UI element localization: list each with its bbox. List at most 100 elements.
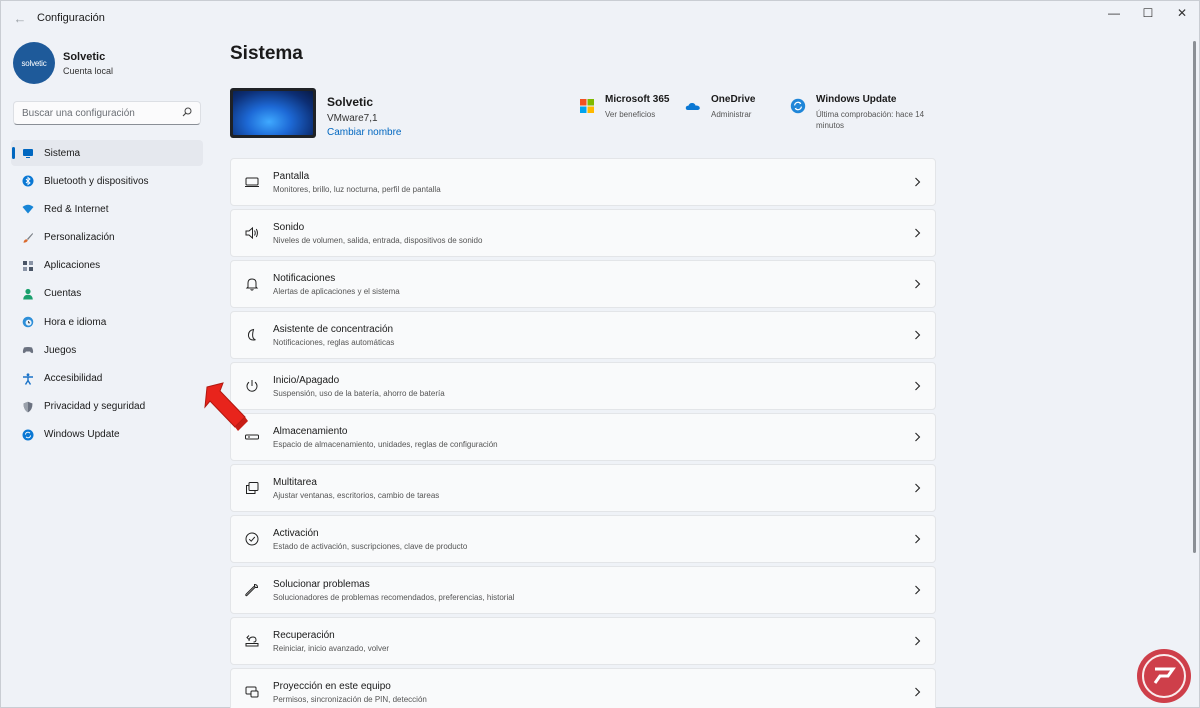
windows-update-icon — [790, 98, 806, 114]
system-icon — [22, 147, 34, 159]
row-subtitle: Espacio de almacenamiento, unidades, reg… — [273, 439, 498, 449]
quick-link-onedrive[interactable]: OneDrive Administrar — [685, 94, 755, 120]
sidebar-item-label: Personalización — [44, 232, 115, 244]
row-title: Asistente de concentración — [273, 323, 394, 335]
settings-row-almacenamiento[interactable]: Almacenamiento Espacio de almacenamiento… — [230, 413, 936, 461]
settings-row-notificaciones[interactable]: Notificaciones Alertas de aplicaciones y… — [230, 260, 936, 308]
chevron-right-icon — [911, 177, 923, 187]
rename-link[interactable]: Cambiar nombre — [327, 127, 401, 138]
search-icon[interactable] — [182, 107, 192, 120]
wallpaper-preview — [233, 91, 313, 135]
speaker-icon — [243, 224, 261, 242]
annotation-arrow-icon — [204, 382, 248, 431]
settings-row-recuperacion[interactable]: Recuperación Reiniciar, inicio avanzado,… — [230, 617, 936, 665]
quick-link-microsoft-365[interactable]: Microsoft 365 Ver beneficios — [579, 94, 669, 120]
row-subtitle: Estado de activación, suscripciones, cla… — [273, 541, 468, 551]
settings-window: ← Configuración — ☐ ✕ solvetic Solvetic … — [0, 0, 1200, 708]
settings-row-asistente-de-concentracion[interactable]: Asistente de concentración Notificacione… — [230, 311, 936, 359]
title-bar: ← Configuración — ☐ ✕ — [1, 1, 1199, 35]
settings-list: Pantalla Monitores, brillo, luz nocturna… — [230, 158, 936, 708]
row-title: Sonido — [273, 221, 305, 233]
settings-row-proyeccion-en-este-equipo[interactable]: Proyección en este equipo Permisos, sinc… — [230, 668, 936, 708]
sidebar-item-red-internet[interactable]: Red & Internet — [11, 196, 203, 222]
row-title: Almacenamiento — [273, 425, 348, 437]
device-thumbnail — [230, 88, 316, 138]
row-title: Solucionar problemas — [273, 578, 370, 590]
sidebar-item-aplicaciones[interactable]: Aplicaciones — [11, 253, 203, 279]
settings-row-pantalla[interactable]: Pantalla Monitores, brillo, luz nocturna… — [230, 158, 936, 206]
search-input[interactable]: Buscar una configuración — [13, 101, 201, 125]
settings-row-sonido[interactable]: Sonido Niveles de volumen, salida, entra… — [230, 209, 936, 257]
sidebar-item-juegos[interactable]: Juegos — [11, 337, 203, 363]
row-title: Multitarea — [273, 476, 317, 488]
quick-link-subtitle: Última comprobación: hace 14 minutos — [816, 110, 925, 130]
sidebar-item-label: Juegos — [44, 344, 77, 356]
sidebar-item-personalizacion[interactable]: Personalización — [11, 225, 203, 251]
close-button[interactable]: ✕ — [1165, 1, 1199, 25]
sidebar-item-cuentas[interactable]: Cuentas — [11, 281, 203, 307]
sidebar-item-label: Aplicaciones — [44, 260, 101, 272]
device-model: VMware7,1 — [327, 113, 378, 124]
sidebar-item-label: Cuentas — [44, 288, 82, 300]
device-name: Solvetic — [327, 95, 374, 109]
window-controls: — ☐ ✕ — [1097, 1, 1199, 27]
chevron-right-icon — [911, 279, 923, 289]
wrench-icon — [243, 581, 261, 599]
settings-row-inicio-apagado[interactable]: Inicio/Apagado Suspensión, uso de la bat… — [230, 362, 936, 410]
row-subtitle: Permisos, sincronización de PIN, detecci… — [273, 694, 427, 704]
settings-row-multitarea[interactable]: Multitarea Ajustar ventanas, escritorios… — [230, 464, 936, 512]
quick-link-title: OneDrive — [711, 94, 756, 105]
update-icon — [22, 429, 34, 441]
bluetooth-icon — [22, 175, 34, 187]
minimize-button[interactable]: — — [1097, 1, 1131, 25]
accessibility-icon — [22, 372, 34, 385]
sidebar-item-windows-update[interactable]: Windows Update — [11, 422, 203, 448]
row-subtitle: Alertas de aplicaciones y el sistema — [273, 286, 400, 296]
sidebar-item-label: Red & Internet — [44, 203, 109, 215]
app-title: Configuración — [37, 12, 105, 24]
chevron-right-icon — [911, 687, 923, 697]
row-title: Proyección en este equipo — [273, 680, 391, 692]
sidebar-item-label: Privacidad y seguridad — [44, 401, 146, 413]
settings-row-solucionar-problemas[interactable]: Solucionar problemas Solucionadores de p… — [230, 566, 936, 614]
row-subtitle: Ajustar ventanas, escritorios, cambio de… — [273, 490, 440, 500]
sidebar-item-label: Accesibilidad — [44, 373, 103, 384]
user-profile[interactable]: solvetic Solvetic Cuenta local — [13, 42, 113, 84]
settings-row-activacion[interactable]: Activación Estado de activación, suscrip… — [230, 515, 936, 563]
chevron-right-icon — [911, 432, 923, 442]
sidebar-item-sistema[interactable]: Sistema — [11, 140, 203, 166]
avatar-logo-text: solvetic — [21, 58, 47, 68]
device-card: Solvetic VMware7,1 Cambiar nombre — [230, 88, 401, 138]
accounts-icon — [22, 288, 34, 300]
bell-icon — [243, 275, 261, 293]
wifi-icon — [22, 203, 34, 215]
shield-icon — [22, 401, 34, 413]
chevron-right-icon — [911, 228, 923, 238]
row-subtitle: Notificaciones, reglas automáticas — [273, 337, 395, 347]
display-icon — [243, 173, 261, 191]
sidebar-item-bluetooth-y-dispositivos[interactable]: Bluetooth y dispositivos — [11, 168, 203, 194]
recovery-icon — [243, 632, 261, 650]
chevron-right-icon — [911, 330, 923, 340]
sidebar-item-hora-e-idioma[interactable]: Hora e idioma — [11, 309, 203, 335]
apps-icon — [22, 260, 34, 272]
onedrive-icon — [685, 98, 701, 114]
microsoft-365-icon — [579, 98, 595, 114]
avatar: solvetic — [13, 42, 55, 84]
row-subtitle: Suspensión, uso de la batería, ahorro de… — [273, 388, 445, 398]
back-button[interactable]: ← — [11, 9, 29, 27]
chevron-right-icon — [911, 534, 923, 544]
chevron-right-icon — [911, 636, 923, 646]
multitask-icon — [243, 479, 261, 497]
row-title: Inicio/Apagado — [273, 374, 340, 386]
maximize-button[interactable]: ☐ — [1131, 1, 1165, 25]
check-circle-icon — [243, 530, 261, 548]
row-subtitle: Reiniciar, inicio avanzado, volver — [273, 643, 390, 653]
quick-link-title: Windows Update — [816, 94, 897, 105]
scrollbar[interactable] — [1193, 41, 1196, 553]
sidebar-item-accesibilidad[interactable]: Accesibilidad — [11, 366, 203, 392]
sidebar-item-privacidad-y-seguridad[interactable]: Privacidad y seguridad — [11, 394, 203, 420]
moon-icon — [243, 326, 261, 344]
quick-link-windows-update[interactable]: Windows Update Última comprobación: hace… — [790, 94, 930, 131]
sidebar-item-label: Bluetooth y dispositivos — [44, 175, 149, 187]
